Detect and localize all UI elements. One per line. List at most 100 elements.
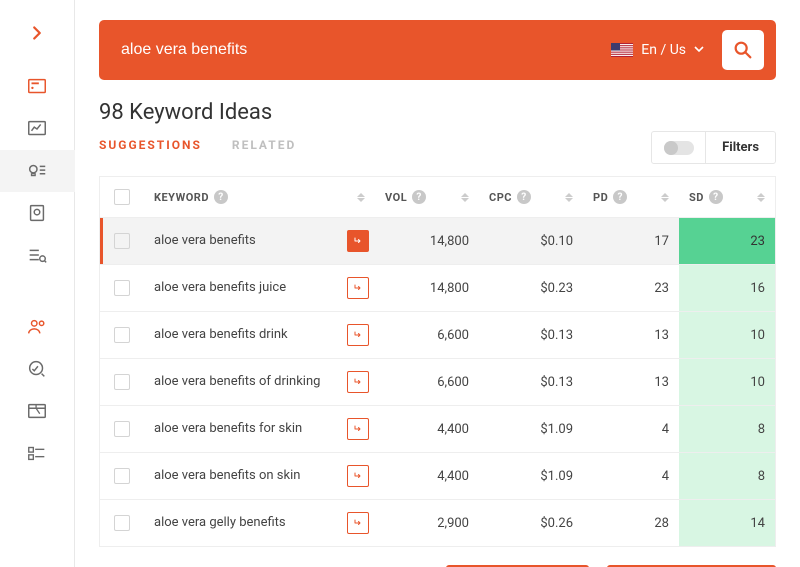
open-serp-button[interactable] — [347, 371, 369, 393]
cpc-cell: $0.13 — [479, 359, 583, 405]
page-title: 98 Keyword Ideas — [99, 100, 272, 125]
open-serp-button[interactable] — [347, 230, 369, 252]
cpc-cell: $0.13 — [479, 312, 583, 358]
vol-cell: 6,600 — [375, 359, 479, 405]
open-serp-button[interactable] — [347, 512, 369, 534]
open-serp-button[interactable] — [347, 465, 369, 487]
filters-label[interactable]: Filters — [706, 132, 775, 163]
tab-suggestions[interactable]: SUGGESTIONS — [99, 138, 202, 158]
sd-cell: 10 — [679, 359, 775, 405]
arrow-enter-icon — [352, 282, 364, 294]
select-all-checkbox[interactable] — [114, 189, 130, 205]
col-header-sd[interactable]: SD? — [679, 177, 775, 217]
sd-cell: 23 — [679, 218, 775, 264]
help-icon[interactable]: ? — [709, 190, 723, 204]
row-checkbox[interactable] — [114, 327, 130, 343]
chevron-down-icon — [694, 42, 704, 58]
tabs: SUGGESTIONS RELATED — [99, 138, 296, 158]
arrow-enter-icon — [352, 470, 364, 482]
sidebar-item-dashboard[interactable] — [0, 66, 75, 108]
pd-cell: 28 — [583, 500, 679, 546]
table-row[interactable]: aloe vera gelly benefits2,900$0.262814 — [100, 500, 775, 547]
search-list-icon — [26, 244, 48, 266]
col-header-cpc[interactable]: CPC? — [479, 177, 583, 217]
open-serp-button[interactable] — [347, 277, 369, 299]
sidebar-item-search-list[interactable] — [0, 234, 75, 276]
row-checkbox[interactable] — [114, 468, 130, 484]
sidebar-item-audience[interactable] — [0, 306, 75, 348]
keyword-cell: aloe vera benefits for skin — [154, 421, 339, 438]
vol-cell: 4,400 — [375, 406, 479, 452]
sidebar-item-keyword-ideas[interactable] — [0, 150, 75, 192]
pd-cell: 4 — [583, 453, 679, 499]
sidebar-item-analytics[interactable] — [0, 108, 75, 150]
keyword-cell: aloe vera benefits on skin — [154, 468, 339, 485]
keyword-table: KEYWORD? VOL? CPC? PD? SD? aloe vera ben… — [99, 176, 776, 547]
pd-cell: 23 — [583, 265, 679, 311]
help-icon[interactable]: ? — [613, 190, 627, 204]
open-serp-button[interactable] — [347, 324, 369, 346]
help-icon[interactable]: ? — [214, 190, 228, 204]
cpc-cell: $0.23 — [479, 265, 583, 311]
chart-icon — [26, 118, 48, 140]
vol-cell: 4,400 — [375, 453, 479, 499]
lightbulb-icon — [26, 160, 48, 182]
search-input[interactable] — [111, 35, 593, 65]
arrow-enter-icon — [352, 423, 364, 435]
col-header-vol[interactable]: VOL? — [375, 177, 479, 217]
sidebar-collapse-button[interactable] — [0, 12, 75, 54]
table-row[interactable]: aloe vera benefits on skin4,400$1.0948 — [100, 453, 775, 500]
row-checkbox[interactable] — [114, 374, 130, 390]
table-header: KEYWORD? VOL? CPC? PD? SD? — [100, 177, 775, 218]
chevron-right-icon — [26, 22, 48, 44]
table-row[interactable]: aloe vera benefits juice14,800$0.232316 — [100, 265, 775, 312]
sidebar-item-settings-list[interactable] — [0, 432, 75, 474]
vol-cell: 14,800 — [375, 265, 479, 311]
table-row[interactable]: aloe vera benefits14,800$0.101723 — [100, 218, 775, 265]
tab-related[interactable]: RELATED — [232, 138, 296, 158]
sd-cell: 16 — [679, 265, 775, 311]
row-checkbox[interactable] — [114, 421, 130, 437]
sd-cell: 8 — [679, 406, 775, 452]
row-checkbox[interactable] — [114, 280, 130, 296]
vol-cell: 2,900 — [375, 500, 479, 546]
row-checkbox[interactable] — [114, 233, 130, 249]
arrow-enter-icon — [352, 235, 364, 247]
arrow-enter-icon — [352, 329, 364, 341]
sidebar-item-monitor[interactable] — [0, 348, 75, 390]
flag-us-icon — [611, 43, 633, 57]
people-icon — [26, 316, 48, 338]
keyword-cell: aloe vera benefits of drinking — [154, 374, 339, 391]
sidebar — [0, 0, 75, 567]
col-header-keyword[interactable]: KEYWORD? — [144, 177, 375, 217]
table-row[interactable]: aloe vera benefits of drinking 6,600$0.13… — [100, 359, 775, 406]
sliders-icon — [26, 442, 48, 464]
table-row[interactable]: aloe vera benefits for skin4,400$1.0948 — [100, 406, 775, 453]
cpc-cell: $0.26 — [479, 500, 583, 546]
help-icon[interactable]: ? — [412, 190, 426, 204]
search-button[interactable] — [722, 30, 764, 70]
sidebar-item-site-audit[interactable] — [0, 390, 75, 432]
row-checkbox[interactable] — [114, 515, 130, 531]
sort-icon — [357, 193, 365, 202]
keyword-cell: aloe vera gelly benefits — [154, 515, 339, 532]
keyword-cell: aloe vera benefits drink — [154, 327, 339, 344]
cpc-cell: $0.10 — [479, 218, 583, 264]
open-serp-button[interactable] — [347, 418, 369, 440]
content-icon — [26, 202, 48, 224]
cpc-cell: $1.09 — [479, 453, 583, 499]
main-content: En / Us 98 Keyword Ideas SUGGESTIONS REL… — [75, 0, 800, 567]
search-icon — [732, 39, 754, 61]
col-header-pd[interactable]: PD? — [583, 177, 679, 217]
browser-icon — [26, 400, 48, 422]
vol-cell: 14,800 — [375, 218, 479, 264]
sidebar-item-content-ideas[interactable] — [0, 192, 75, 234]
filters-toggle[interactable] — [652, 132, 706, 163]
sort-icon — [565, 193, 573, 202]
help-icon[interactable]: ? — [517, 190, 531, 204]
vol-cell: 6,600 — [375, 312, 479, 358]
sd-cell: 10 — [679, 312, 775, 358]
pd-cell: 13 — [583, 359, 679, 405]
language-selector[interactable]: En / Us — [603, 42, 712, 58]
table-row[interactable]: aloe vera benefits drink6,600$0.131310 — [100, 312, 775, 359]
